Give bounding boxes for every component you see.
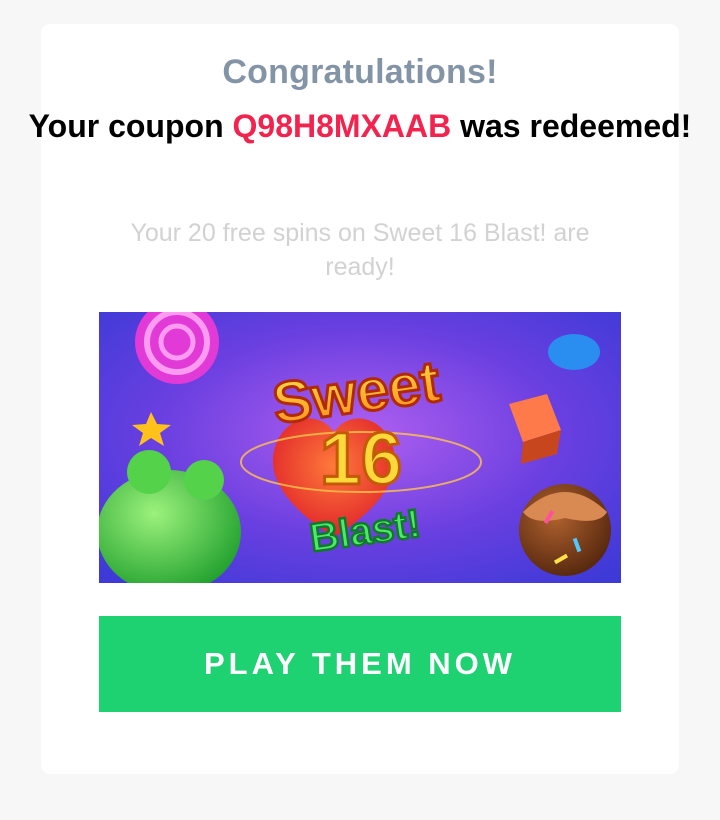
headline-suffix: was redeemed! <box>451 108 692 144</box>
congrats-heading: Congratulations! <box>222 53 498 91</box>
game-banner-artwork: Sweet 16 Blast! <box>99 312 621 583</box>
game-title-number: 16 <box>320 417 402 500</box>
spins-ready-text: Your 20 free spins on Sweet 16 Blast! ar… <box>130 219 590 281</box>
play-them-now-button[interactable]: PLAY THEM NOW <box>99 616 621 712</box>
coupon-code: Q98H8MXAAB <box>232 108 452 144</box>
coupon-headline: Your coupon Q98H8MXAAB was redeemed! <box>0 106 720 146</box>
game-banner[interactable]: Sweet 16 Blast! <box>99 312 621 583</box>
chocolate-ball-candy <box>519 484 611 576</box>
headline-prefix: Your coupon <box>28 108 233 144</box>
blue-candy <box>548 334 600 370</box>
